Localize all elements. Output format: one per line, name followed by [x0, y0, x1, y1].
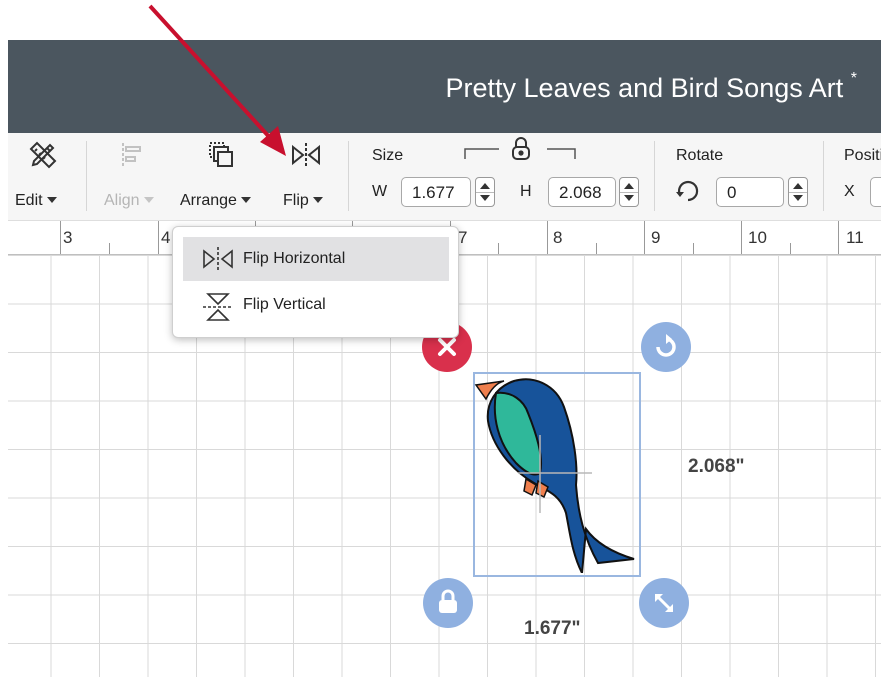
rotate-label: Rotate	[676, 147, 724, 164]
edit-button[interactable]: Edit	[8, 133, 78, 219]
position-label: Positi	[844, 147, 881, 164]
lock-handle[interactable]	[423, 578, 473, 628]
menu-item-flip-vertical[interactable]: Flip Vertical	[183, 283, 449, 327]
rotate-icon	[653, 334, 679, 365]
stepper-down-icon	[480, 195, 490, 201]
width-field-label: W	[372, 183, 388, 200]
ruler-number: 7	[458, 228, 468, 247]
flip-horizontal-icon	[201, 245, 235, 278]
close-icon	[436, 336, 458, 363]
stepper-down-icon	[624, 195, 634, 201]
rotate-icon	[674, 177, 702, 210]
width-input[interactable]: 1.677	[401, 177, 471, 207]
edit-pencil-ruler-icon	[27, 139, 59, 176]
height-field-label: H	[520, 183, 532, 200]
flip-dropdown-menu: Flip Horizontal Flip Vertical	[172, 226, 459, 338]
project-title: Pretty Leaves and Bird Songs Art *	[445, 70, 857, 103]
width-stepper[interactable]	[475, 177, 495, 207]
menu-item-label: Flip Vertical	[243, 296, 326, 313]
chevron-down-icon	[46, 197, 57, 203]
position-x-label: X	[844, 183, 855, 200]
annotation-arrow	[148, 4, 286, 156]
edit-label: Edit	[15, 192, 43, 209]
ruler-number: 9	[651, 228, 661, 247]
chevron-down-icon	[312, 197, 323, 203]
arrange-label: Arrange	[180, 192, 237, 209]
stepper-down-icon	[793, 195, 803, 201]
rotate-input[interactable]: 0	[716, 177, 784, 207]
flip-vertical-icon	[201, 291, 235, 328]
position-x-input[interactable]	[870, 177, 881, 207]
menu-item-flip-horizontal[interactable]: Flip Horizontal	[183, 237, 449, 281]
divider	[823, 141, 824, 211]
ruler-number: 10	[748, 228, 767, 247]
unsaved-marker: *	[850, 70, 857, 87]
ruler-number: 11	[846, 228, 864, 247]
chevron-down-icon	[240, 197, 251, 203]
ruler-number: 4	[161, 228, 171, 247]
divider	[654, 141, 655, 211]
chevron-down-icon	[143, 197, 154, 203]
height-dimension-label: 2.068"	[688, 456, 745, 477]
height-input[interactable]: 2.068	[548, 177, 616, 207]
ruler-number: 8	[553, 228, 563, 247]
divider	[86, 141, 87, 211]
lock-icon	[437, 589, 459, 620]
divider	[348, 141, 349, 211]
bird-image[interactable]	[474, 373, 638, 573]
stepper-up-icon	[793, 183, 803, 189]
menu-item-label: Flip Horizontal	[243, 250, 346, 267]
title-bar: Pretty Leaves and Bird Songs Art *	[8, 40, 881, 133]
rotate-handle[interactable]	[641, 322, 691, 372]
stepper-up-icon	[480, 183, 490, 189]
resize-handle[interactable]	[639, 578, 689, 628]
size-label: Size	[372, 147, 404, 164]
stepper-up-icon	[624, 183, 634, 189]
toolbar: Edit Align Arrange Flip Size W 1.677 H 2…	[8, 133, 881, 221]
height-stepper[interactable]	[619, 177, 639, 207]
flip-label: Flip	[283, 192, 309, 209]
ruler-number: 3	[63, 228, 73, 247]
lock-icon[interactable]	[510, 136, 532, 167]
align-label: Align	[104, 192, 140, 209]
resize-arrows-icon	[652, 591, 676, 620]
rotate-stepper[interactable]	[788, 177, 808, 207]
width-dimension-label: 1.677"	[524, 618, 581, 639]
